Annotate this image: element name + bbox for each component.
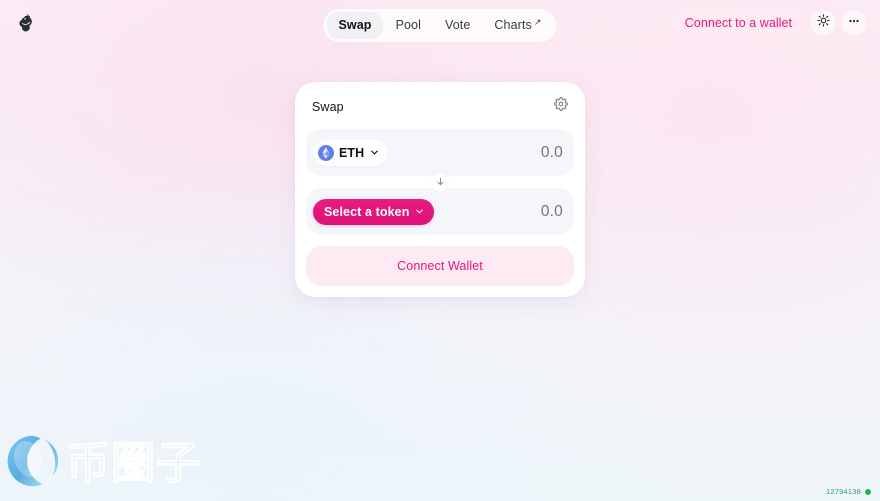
unicorn-logo-icon[interactable]	[14, 10, 40, 36]
nav-item-vote-label: Vote	[444, 18, 471, 32]
nav-item-swap[interactable]: Swap	[326, 12, 384, 39]
connect-to-wallet-button[interactable]: Connect to a wallet	[672, 9, 804, 37]
more-horizontal-icon	[847, 14, 861, 33]
token-select-to-button[interactable]: Select a token	[313, 198, 435, 225]
switch-tokens-button[interactable]	[430, 172, 450, 192]
swap-card-title: Swap	[312, 99, 344, 114]
nav-item-charts-label: Charts	[494, 18, 532, 32]
external-link-icon: ↗	[533, 16, 542, 27]
nav-item-vote[interactable]: Vote	[433, 12, 482, 39]
watermark: 币圈子	[2, 430, 201, 497]
token-symbol-from: ETH	[339, 145, 365, 160]
header-actions: Connect to a wallet	[672, 9, 866, 37]
nav-item-charts[interactable]: Charts ↗	[482, 12, 553, 39]
chevron-down-icon	[414, 206, 425, 217]
nav-item-pool[interactable]: Pool	[384, 12, 433, 39]
amount-input-to[interactable]	[453, 202, 563, 221]
block-number-indicator[interactable]: 12794138	[826, 487, 871, 496]
swap-card: Swap ETH 0.0 Select a token 0.0 Connect …	[295, 82, 585, 297]
swap-direction-row	[306, 172, 574, 192]
block-number-text: 12794138	[826, 487, 861, 496]
status-dot	[865, 488, 871, 495]
settings-button[interactable]	[554, 97, 568, 116]
circle-swirl-logo-icon	[2, 430, 64, 497]
swap-input-panel-from: ETH	[306, 129, 574, 176]
ethereum-logo-icon	[318, 144, 334, 161]
amount-input-from[interactable]	[453, 143, 563, 162]
nav-item-pool-label: Pool	[395, 18, 421, 32]
sun-icon	[816, 14, 830, 32]
watermark-text: 币圈子	[65, 438, 201, 488]
token-symbol-to: Select a token	[324, 204, 410, 219]
more-menu-button[interactable]	[842, 11, 866, 35]
arrow-down-icon	[435, 173, 445, 191]
swap-card-header: Swap	[306, 94, 574, 129]
nav-item-swap-label: Swap	[338, 18, 372, 32]
app-header: Swap Pool Vote Charts ↗ Connect to a wal…	[0, 0, 880, 46]
theme-toggle-button[interactable]	[811, 11, 835, 35]
main-nav: Swap Pool Vote Charts ↗	[323, 9, 557, 42]
connect-wallet-button[interactable]: Connect Wallet	[306, 246, 574, 286]
token-select-from-button[interactable]: ETH	[313, 139, 389, 166]
gear-icon	[554, 97, 568, 116]
swap-input-panel-to: Select a token	[306, 188, 574, 235]
chevron-down-icon	[369, 147, 380, 158]
